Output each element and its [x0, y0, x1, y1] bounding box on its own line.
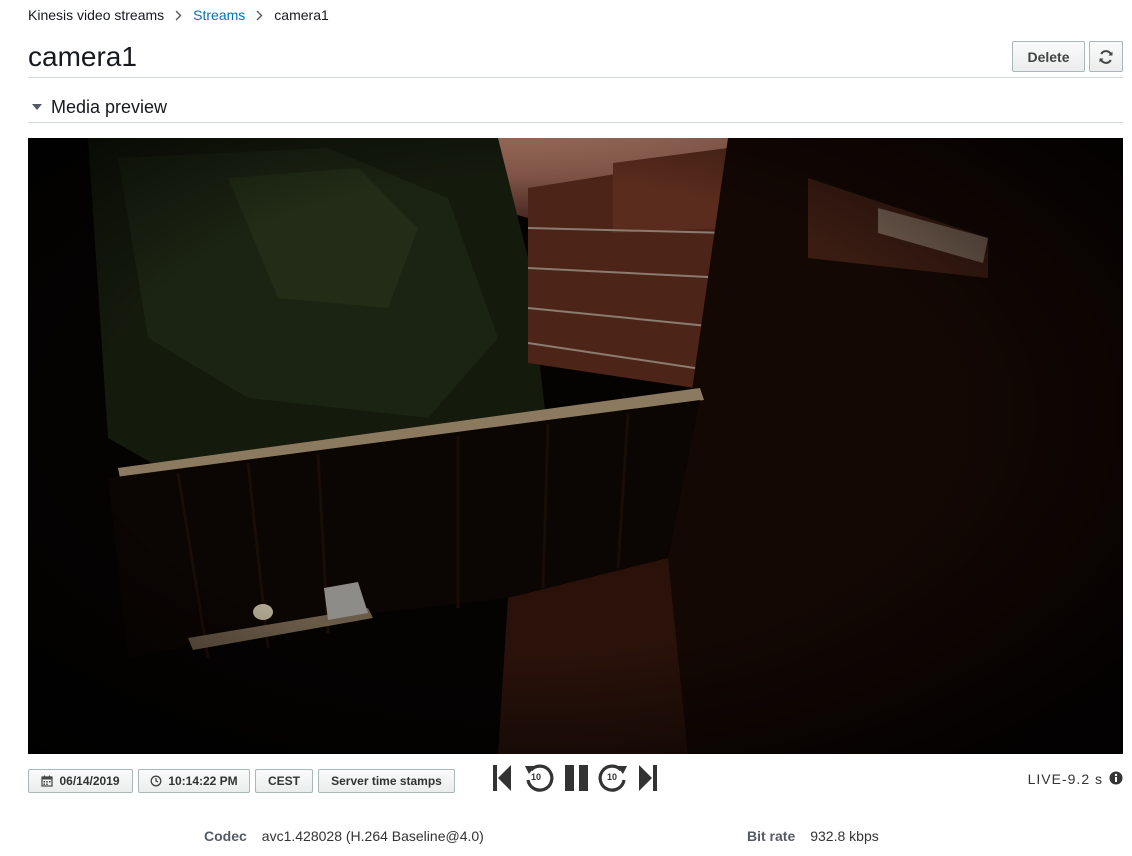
- codec-label: Codec: [204, 828, 247, 844]
- timezone-button[interactable]: CEST: [255, 769, 313, 793]
- skip-to-live-button[interactable]: [636, 762, 660, 794]
- pause-icon: [565, 765, 588, 791]
- transport-controls: 10 10: [490, 760, 660, 796]
- refresh-button[interactable]: [1089, 41, 1123, 72]
- breadcrumb-streams-link[interactable]: Streams: [193, 7, 245, 23]
- page-title: camera1: [28, 41, 137, 72]
- calendar-icon: [41, 775, 54, 787]
- codec-detail: Codec avc1.428028 (H.264 Baseline@4.0): [204, 826, 484, 846]
- live-offset: -9.2 s: [1061, 771, 1103, 787]
- server-time-stamps-button[interactable]: Server time stamps: [318, 769, 455, 793]
- video-player[interactable]: [28, 138, 1123, 754]
- chevron-right-icon: [256, 10, 263, 21]
- page-header: camera1 Delete: [28, 40, 1123, 78]
- info-icon[interactable]: [1109, 771, 1123, 788]
- codec-value: avc1.428028 (H.264 Baseline@4.0): [261, 828, 484, 844]
- media-preview-title: Media preview: [51, 96, 168, 117]
- skip-start-icon: [493, 765, 511, 791]
- bitrate-value: 932.8 kbps: [810, 828, 879, 844]
- live-label: LIVE: [1027, 771, 1062, 787]
- bitrate-detail: Bit rate 932.8 kbps: [747, 826, 879, 846]
- time-picker-button[interactable]: 10:14:22 PM: [138, 769, 250, 793]
- chevron-right-icon: [175, 10, 182, 21]
- date-value: 06/14/2019: [59, 774, 120, 788]
- skip-end-icon: [639, 765, 657, 791]
- playback-controls: 06/14/2019 10:14:22 PM CEST Server time …: [28, 764, 1123, 794]
- caret-down-icon: [32, 104, 42, 110]
- refresh-icon: [1099, 49, 1113, 64]
- rewind-seconds: 10: [531, 772, 542, 782]
- video-frame: [28, 138, 1123, 754]
- breadcrumb-root[interactable]: Kinesis video streams: [28, 7, 164, 23]
- skip-to-start-button[interactable]: [490, 762, 514, 794]
- clock-icon: [150, 775, 162, 787]
- breadcrumb-current: camera1: [274, 7, 329, 23]
- pause-button[interactable]: [562, 762, 592, 794]
- live-indicator: LIVE -9.2 s: [1028, 769, 1123, 789]
- bitrate-label: Bit rate: [747, 828, 796, 844]
- delete-button[interactable]: Delete: [1012, 41, 1085, 72]
- time-value: 10:14:22 PM: [168, 774, 238, 788]
- media-preview-toggle[interactable]: Media preview: [28, 92, 1123, 123]
- breadcrumb: Kinesis video streams Streams camera1: [28, 6, 329, 24]
- rewind-10-button[interactable]: 10: [522, 761, 556, 795]
- date-picker-button[interactable]: 06/14/2019: [28, 769, 133, 793]
- forward-seconds: 10: [607, 772, 618, 782]
- forward-10-button[interactable]: 10: [596, 761, 630, 795]
